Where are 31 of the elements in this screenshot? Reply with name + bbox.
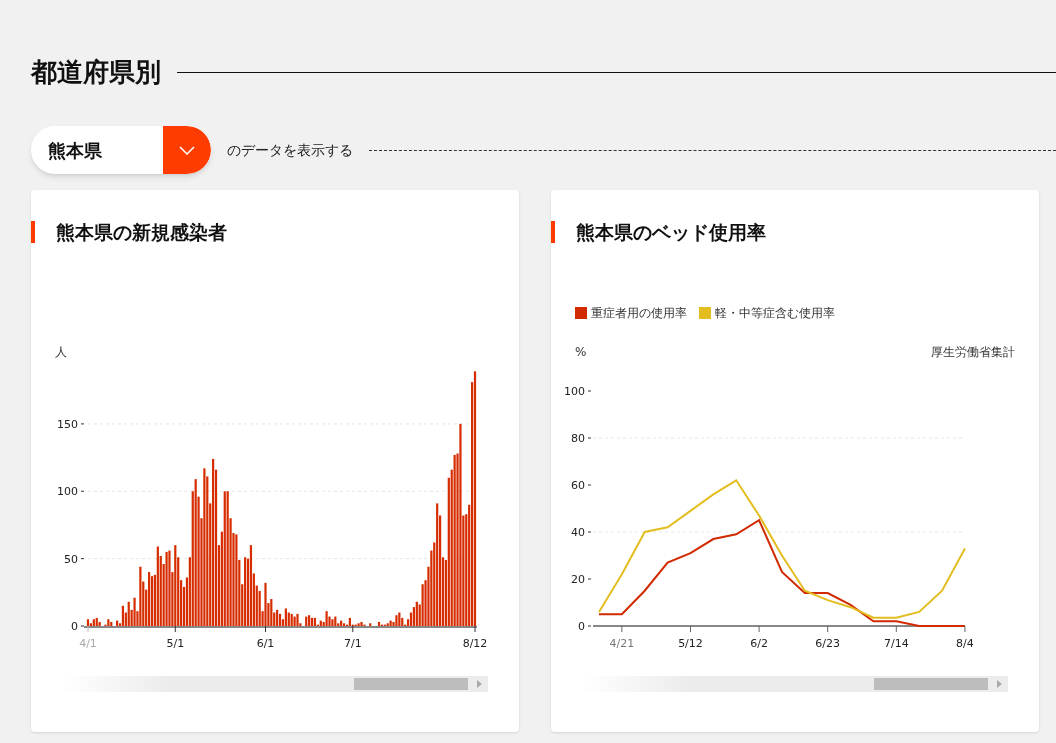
section-title: 都道府県別 <box>31 55 161 89</box>
x-tick-label: 8/4 <box>956 637 974 650</box>
x-tick-label: 5/12 <box>678 637 703 650</box>
x-tick-label: 7/14 <box>883 637 909 650</box>
y-tick-label: 60 <box>571 479 585 492</box>
x-tick-label: 6/23 <box>815 637 841 650</box>
prefecture-dropdown[interactable]: 熊本県 <box>31 126 211 174</box>
x-tick-label: 4/1 <box>79 637 97 650</box>
selector-caption: のデータを表示する <box>227 140 353 160</box>
y-tick-label: 100 <box>57 485 78 499</box>
x-tick-label: 6/1 <box>256 637 275 650</box>
x-tick-label: 6/2 <box>750 637 768 650</box>
y-tick-label: 0 <box>71 620 78 633</box>
source-note: 厚生労働省集計 <box>931 345 1015 359</box>
y-tick-label: 20 <box>571 573 585 586</box>
legend-label: 軽・中等症含む使用率 <box>715 305 835 322</box>
x-tick-label: 7/1 <box>343 637 362 650</box>
x-tick-label: 8/12 <box>462 637 488 650</box>
y-tick-label: 100 <box>564 385 585 398</box>
y-tick-label: 0 <box>578 620 585 633</box>
x-tick-label: 4/21 <box>609 637 635 650</box>
y-tick-label: 80 <box>571 432 585 445</box>
y-tick-label: 150 <box>57 417 78 431</box>
y-axis-unit: % <box>575 345 587 359</box>
y-tick-label: 50 <box>64 552 78 566</box>
y-tick-label: 40 <box>571 526 585 539</box>
card-title: 熊本県の新規感染者 <box>56 219 227 245</box>
legend-label: 重症者用の使用率 <box>591 305 687 322</box>
y-axis-unit: 人 <box>55 345 67 359</box>
card-title: 熊本県のベッド使用率 <box>576 219 766 245</box>
x-tick-label: 5/1 <box>166 637 185 650</box>
